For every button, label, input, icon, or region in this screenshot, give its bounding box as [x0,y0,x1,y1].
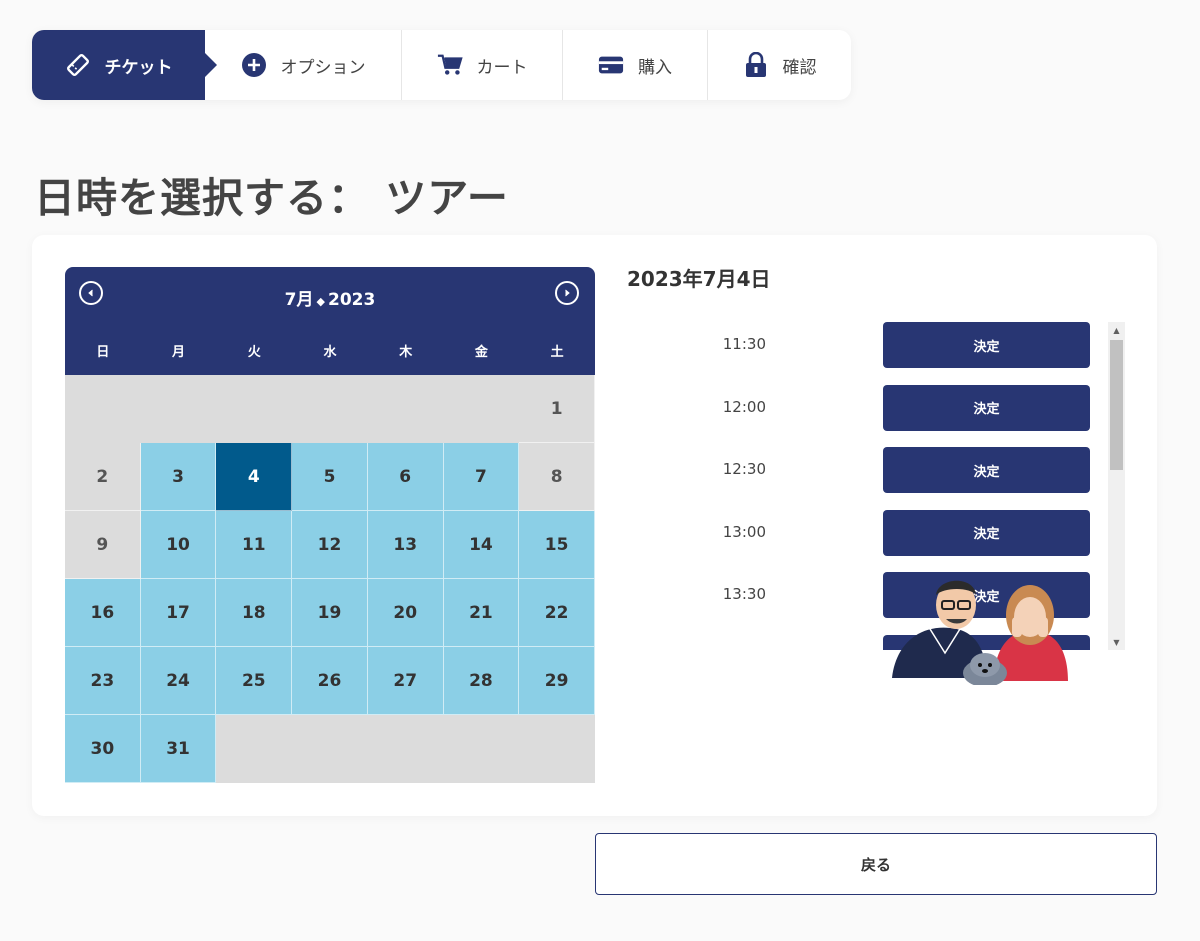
step-cart[interactable]: カート [401,30,562,100]
chevron-right-icon [565,289,570,297]
time-slot-time: 13:30 [722,585,766,603]
calendar-empty-cell [65,375,141,443]
time-slot-row: 12:30 決定 [627,447,1090,493]
lock-icon [743,52,769,78]
calendar-day-20[interactable]: 20 [367,579,444,647]
weekday-wed: 水 [323,345,337,360]
calendar-day-10[interactable]: 10 [140,511,217,579]
calendar-empty-cell [140,375,217,443]
calendar-day-1: 1 [519,375,595,443]
calendar-day-31[interactable]: 31 [140,715,217,783]
calendar-empty-cell [216,715,293,783]
calendar-empty-cell [443,715,520,783]
step-label: オプション [280,57,366,78]
calendar-year: 2023 [327,290,376,310]
step-purchase[interactable]: 購入 [562,30,707,100]
calendar-day-27[interactable]: 27 [367,647,444,715]
step-label: カート [476,57,528,78]
calendar-day-19[interactable]: 19 [292,579,368,647]
calendar-day-9: 9 [65,511,141,579]
time-slot-row: 12:00 決定 [627,384,1090,431]
back-button[interactable]: 戻る [595,833,1157,895]
selected-date-label: 2023年7月4日 [627,267,771,291]
calendar-day-6[interactable]: 6 [367,443,444,511]
time-slot-time: 13:00 [722,522,766,541]
calendar-month-year[interactable]: 7月 ◆ 2023 [65,285,595,310]
select-time-button[interactable]: 決定 [883,509,1090,556]
step-label: 確認 [782,57,817,78]
calendar-day-25[interactable]: 25 [216,647,293,715]
time-slot-time: 11:30 [722,335,766,353]
calendar-day-15[interactable]: 15 [519,511,595,579]
calendar-day-22[interactable]: 22 [519,579,595,647]
time-slot-time: 12:00 [722,397,766,416]
calendar-day-4[interactable]: 4 [216,443,293,511]
calendar-day-12[interactable]: 12 [292,511,368,579]
page-title: 日時を選択する： ツアー [34,174,509,222]
couple-illustration [892,580,1068,685]
calendar-empty-cell [443,375,520,443]
select-time-button[interactable]: 決定 [883,447,1090,493]
calendar-empty-cell [367,375,444,443]
calendar-empty-cell [519,715,595,783]
time-slot-time: 12:30 [722,460,766,478]
credit-card-icon [598,52,624,78]
calendar-day-8: 8 [519,443,595,511]
calendar: 7月 ◆ 2023 日 月 火 水 木 金 土 1 2 3 4 5 6 7 8 9 10 11 12 13 1… [65,267,595,783]
step-ticket[interactable]: チケット [32,30,217,100]
calendar-empty-cell [367,715,444,783]
weekday-mon: 月 [172,345,186,360]
weekday-sat: 土 [550,345,564,360]
sort-toggle-icon: ◆ [316,295,325,308]
weekday-row: 日 月 火 水 木 金 土 [65,341,595,360]
scrollbar-thumb[interactable] [1110,340,1123,470]
calendar-day-3[interactable]: 3 [140,443,217,511]
calendar-empty-cell [216,375,293,443]
calendar-day-13[interactable]: 13 [367,511,444,579]
calendar-day-7[interactable]: 7 [443,443,520,511]
calendar-day-2: 2 [65,443,141,511]
calendar-grid: 1 2 3 4 5 6 7 8 9 10 11 12 13 14 15 16 17 18 19 20 21 22 23 24 2… [65,375,595,783]
weekday-thu: 木 [399,345,413,360]
ticket-icon [65,52,91,78]
time-slot-row: 13:00 決定 [627,509,1090,556]
calendar-day-5[interactable]: 5 [292,443,368,511]
checkout-stepper: チケット オプション カート 購入 確認 [32,30,851,100]
step-label: チケット [104,57,173,78]
calendar-day-28[interactable]: 28 [443,647,520,715]
calendar-day-16[interactable]: 16 [65,579,141,647]
calendar-empty-cell [292,375,368,443]
next-month-button[interactable] [555,281,579,305]
step-label: 購入 [638,57,672,78]
calendar-day-23[interactable]: 23 [65,647,141,715]
step-option[interactable]: オプション [205,30,401,100]
calendar-day-24[interactable]: 24 [140,647,217,715]
calendar-day-17[interactable]: 17 [140,579,217,647]
select-time-button[interactable]: 決定 [883,384,1090,431]
time-slot-row: 11:30 決定 [627,322,1090,368]
calendar-day-14[interactable]: 14 [443,511,520,579]
weekday-fri: 金 [474,345,488,360]
plus-circle-icon [241,52,267,78]
cart-icon [437,52,463,78]
scrollbar[interactable]: ▲ ▼ [1108,322,1125,650]
select-time-button[interactable]: 決定 [883,322,1090,368]
weekday-tue: 火 [247,345,261,360]
calendar-day-30[interactable]: 30 [65,715,141,783]
calendar-month: 7月 [284,290,314,310]
scroll-up-icon[interactable]: ▲ [1108,322,1125,338]
calendar-day-29[interactable]: 29 [519,647,595,715]
calendar-day-21[interactable]: 21 [443,579,520,647]
calendar-header: 7月 ◆ 2023 日 月 火 水 木 金 土 [65,267,595,375]
step-confirm[interactable]: 確認 [707,30,851,100]
scroll-down-icon[interactable]: ▼ [1108,634,1125,650]
calendar-day-26[interactable]: 26 [292,647,368,715]
time-slot-time: 14:00 [627,648,766,651]
weekday-sun: 日 [96,345,110,360]
calendar-day-11[interactable]: 11 [216,511,293,579]
calendar-empty-cell [292,715,368,783]
calendar-day-18[interactable]: 18 [216,579,293,647]
